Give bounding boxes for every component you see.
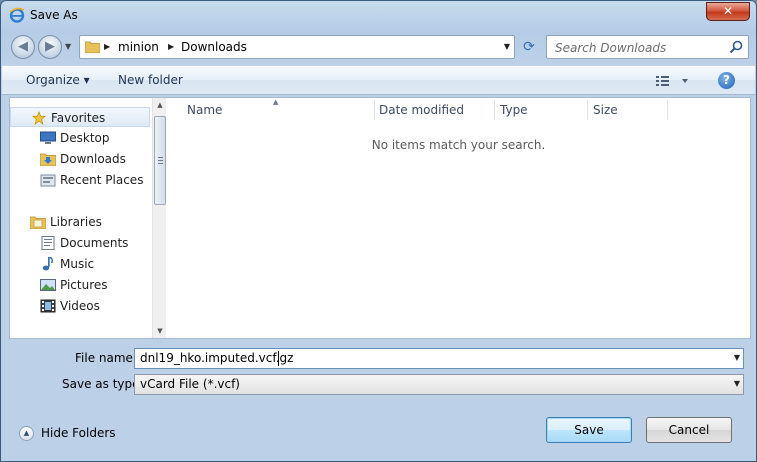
column-header-type[interactable]: Type [500,98,528,122]
sidebar-item-pictures[interactable]: Pictures [10,275,150,295]
documents-icon [41,236,55,250]
sidebar-item-label: Libraries [50,215,102,229]
command-toolbar: Organize ▾ New folder ? [2,65,755,95]
organize-button[interactable]: Organize ▾ [26,72,90,88]
window-title: Save As [30,8,78,22]
sort-ascending-icon: ▲ [273,98,279,106]
chevron-down-icon[interactable]: ▼ [734,353,740,362]
sidebar-item-recent-places[interactable]: Recent Places [10,170,150,190]
view-details-icon [656,76,688,86]
sidebar-item-label: Downloads [60,152,126,166]
content-area: Favorites Desktop Downloads Recent Place… [9,97,751,339]
navigation-scrollbar[interactable]: ▲ ▼ [152,98,166,338]
chevron-right-icon[interactable]: ▶ [168,41,174,53]
search-input[interactable]: Search Downloads [546,35,749,59]
sidebar-item-libraries[interactable]: Libraries [10,212,150,232]
sidebar-item-downloads[interactable]: Downloads [10,149,150,169]
sidebar-item-label: Videos [60,299,100,313]
change-view-button[interactable] [654,72,694,90]
refresh-button[interactable]: ⟳ [517,36,541,58]
text-caret [278,351,279,366]
column-divider[interactable] [494,100,495,120]
back-button[interactable]: ◀ [11,35,35,59]
close-button[interactable]: ✕ [706,2,750,21]
chevron-up-icon: ▲ [19,426,34,441]
grip-line [158,157,163,158]
file-list-pane: ▲ Name Date modified Type Size No items … [167,98,750,338]
sidebar-item-label: Documents [60,236,129,250]
search-icon[interactable] [729,40,743,54]
hide-folders-label: Hide Folders [41,426,116,440]
scroll-up-arrow-icon[interactable]: ▲ [153,98,167,112]
forward-button[interactable]: ▶ [38,35,62,59]
column-divider[interactable] [587,100,588,120]
save-as-type-label: Save as type: [62,377,144,391]
sidebar-item-label: Recent Places [60,173,144,187]
empty-results-message: No items match your search. [371,138,546,152]
chevron-right-icon[interactable]: ▶ [104,41,110,53]
libraries-icon [30,216,46,229]
sidebar-item-music[interactable]: Music [10,254,150,274]
column-header-size[interactable]: Size [593,98,618,122]
scroll-down-arrow-icon[interactable]: ▼ [153,324,167,338]
file-name-input[interactable]: dnl19_hko.imputed.vcf.gz ▼ [134,348,744,369]
cancel-button[interactable]: Cancel [646,417,732,443]
sidebar-item-documents[interactable]: Documents [10,233,150,253]
breadcrumb-downloads[interactable]: Downloads [181,40,247,54]
folder-icon [85,41,100,53]
breadcrumb-minion[interactable]: minion [118,40,159,54]
column-divider[interactable] [667,100,668,120]
sidebar-item-label: Pictures [60,278,108,292]
star-icon [31,111,47,125]
downloads-folder-icon [40,153,56,166]
help-button[interactable]: ? [718,72,735,89]
grip-line [158,160,163,161]
refresh-icon: ⟳ [523,39,535,55]
save-as-dialog: Save As ✕ ◀ ▶ ▼ ▶ minion ▶ Downloads ▼ ⟳… [0,0,757,462]
address-bar[interactable]: ▶ minion ▶ Downloads ▼ [79,35,515,59]
navigation-row: ◀ ▶ ▼ ▶ minion ▶ Downloads ▼ ⟳ Search Do… [1,31,756,63]
sidebar-item-label: Favorites [51,111,106,125]
internet-explorer-icon [9,7,25,23]
desktop-icon [40,131,56,144]
pictures-icon [40,279,56,291]
music-note-icon [42,257,53,271]
sidebar-item-desktop[interactable]: Desktop [10,128,150,148]
recent-pages-dropdown[interactable]: ▼ [65,41,75,53]
file-name-value: dnl19_hko.imputed.vcf.gz [140,351,294,365]
recent-places-icon [40,174,56,187]
videos-icon [40,299,56,313]
search-placeholder: Search Downloads [555,41,667,55]
column-divider[interactable] [374,100,375,120]
grip-line [158,163,163,164]
arrow-right-icon: ▶ [45,39,55,54]
arrow-left-icon: ◀ [18,39,28,54]
save-as-type-value: vCard File (*.vcf) [140,377,240,391]
chevron-down-icon[interactable]: ▼ [504,42,510,52]
new-folder-button[interactable]: New folder [118,72,183,88]
save-as-type-select[interactable]: vCard File (*.vcf) ▼ [134,374,744,395]
scrollbar-thumb[interactable] [154,116,166,205]
navigation-pane: Favorites Desktop Downloads Recent Place… [10,98,166,338]
sidebar-item-videos[interactable]: Videos [10,296,150,316]
save-button[interactable]: Save [546,417,632,443]
chevron-down-icon[interactable]: ▼ [734,379,740,388]
column-header-name[interactable]: Name [187,98,222,122]
column-header-date-modified[interactable]: Date modified [379,98,464,122]
sidebar-item-label: Music [60,257,95,271]
sidebar-item-label: Desktop [60,131,110,145]
title-bar: Save As ✕ [1,1,756,29]
sidebar-item-favorites[interactable]: Favorites [10,107,150,127]
file-name-label: File name: [75,351,137,365]
